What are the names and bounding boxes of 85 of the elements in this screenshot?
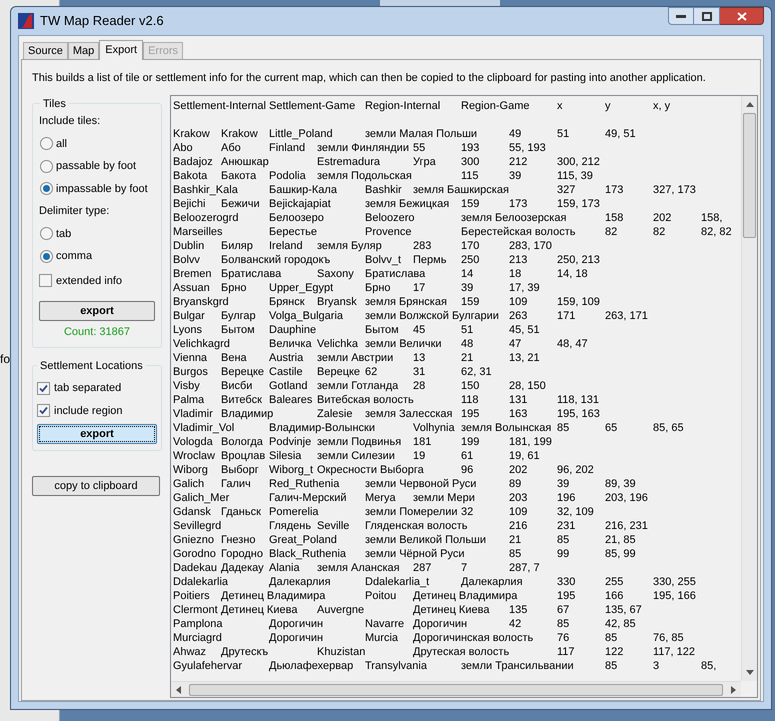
output-line: Bakota Бакота Podolia земля Подольская 115 39 115, 39 [173, 168, 593, 182]
column-header-line: Settlement-Internal Settlement-Game Region-Internal Region-Game x y x, y [173, 98, 670, 112]
output-line: Lyons Бытом Dauphine Бытом 45 51 45, 51 [173, 322, 540, 336]
group-title: Settlement Locations [39, 358, 144, 374]
output-line: Assuan Брно Upper_Egypt Брно 17 39 17, 39 [173, 280, 540, 294]
output-line: Visby Висби Gotland земли Готланда 28 150 28, 150 [173, 378, 546, 392]
radio-label[interactable]: tab [56, 226, 72, 242]
output-line: Clermont Детинец Киева Auvergne Детинец Киева 135 67 135, 67 [173, 602, 642, 616]
output-line: Pamplona Дорогичин Navarre Дорогичин 42 85 42, 85 [173, 616, 636, 630]
output-line: Murciagrd Дорогичин Murcia Дорогичинская волость 76 85 76, 85 [173, 630, 684, 644]
output-line: Wiborg Выборг Wiborg_t Окресности Выборга 96 202 96, 202 [173, 462, 594, 476]
output-line: Palma Витебск Baleares Витебская волость 118 131 118, 131 [173, 392, 600, 406]
checkbox[interactable] [37, 404, 50, 418]
horizontal-scrollbar[interactable] [171, 681, 741, 697]
minimize-button[interactable] [668, 7, 694, 25]
output-line: Ahwaz Друтескъ Khuzistan Друтеская волость 117 122 117, 122 [173, 644, 696, 658]
background-window-text: fo [0, 351, 10, 368]
scroll-up-arrow-icon[interactable] [746, 102, 754, 106]
output-line: Dadekau Дадекау Alania земля Аланская 287 7 287, 7 [173, 560, 540, 574]
output-line: Bolvv Болванский городокъ Bolvv_t Пермь 250 213 250, 213 [173, 252, 600, 266]
output-line: Krakow Krakow Little_Poland земли Малая Польши 49 51 49, 51 [173, 126, 636, 140]
checkbox-label[interactable]: extended info [56, 272, 122, 289]
output-line: Wroclaw Вроцлав Silesia земли Силезии 19 61 19, 61 [173, 448, 540, 462]
radio-label[interactable]: all [56, 136, 68, 152]
vertical-scrollbar[interactable] [741, 96, 757, 681]
output-line: Ddalekarlia Далекарлия Ddalekarlia_t Далекарлия 330 255 330, 255 [173, 574, 696, 588]
output-line: Bejichi Бежичи Bejickajapiat земля Бежицкая 159 173 159, 173 [173, 196, 600, 210]
output-line: Gniezno Гнезно Great_Poland земли Великой Польши 21 85 21, 85 [173, 532, 636, 546]
output-line: Velichkagrd Величка Velichka земли Велички 48 47 48, 47 [173, 336, 588, 350]
checkbox[interactable] [39, 274, 52, 288]
output-line: Beloozerogrd Белоозеро Beloozero земля Белоозерская 158 202 158, [173, 210, 722, 224]
scroll-down-arrow-icon[interactable] [746, 670, 754, 675]
close-icon [736, 12, 746, 20]
maximize-icon [702, 12, 712, 20]
group-label: Include tiles: [39, 114, 102, 129]
scroll-left-arrow-icon[interactable] [176, 686, 181, 694]
group-label: Delimiter type: [39, 204, 110, 219]
radio-label[interactable]: passable by foot [56, 158, 136, 174]
radio-button[interactable] [40, 250, 53, 263]
output-line: Gyulafehervar Дьюлафехервар Transylvania земли Трансильвании 85 3 85, [173, 658, 716, 672]
tab[interactable]: Map [68, 42, 100, 59]
export-button[interactable]: export [37, 424, 157, 444]
radio-button[interactable] [40, 227, 53, 240]
group-title: Tiles [42, 96, 67, 112]
output-line: Burgos Верецке Castile Верецке 62 31 62, 31 [173, 364, 492, 378]
output-line: Vologda Вологда Podvinje земли Подвинья 181 199 181, 199 [173, 434, 552, 448]
scrollbar-thumb[interactable] [743, 112, 756, 238]
output-line: Badajoz Анюшкар Estremadura Угра 300 212 300, 212 [173, 154, 600, 168]
checkbox-label[interactable]: include region [54, 402, 122, 419]
export-button[interactable]: export [39, 301, 155, 321]
output-line: Gorodno Городно Black_Ruthenia земли Чёрной Руси 85 99 85, 99 [173, 546, 636, 560]
radio-label[interactable]: comma [56, 248, 92, 264]
output-line: Poitiers Детинец Владимира Poitou Детинец Владимира 195 166 195, 166 [173, 588, 696, 602]
radio-button[interactable] [40, 137, 53, 150]
output-line: Galich Галич Red_Ruthenia земли Червоной Руси 89 39 89, 39 [173, 476, 636, 490]
output-line: Gdansk Гданьск Pomerelia земли Померелии 32 109 32, 109 [173, 504, 594, 518]
maximize-button[interactable] [694, 7, 720, 25]
scroll-right-arrow-icon[interactable] [731, 686, 736, 694]
checkbox[interactable] [37, 382, 50, 395]
output-line: Bryanskgrd Брянск Bryansk земля Брянская 159 109 159, 109 [173, 294, 600, 308]
tab[interactable]: Source [23, 42, 68, 59]
description-text: This builds a list of tile or settlement info for the current map, which can then be copied to the clipboard for pasting into another application. [31, 71, 707, 86]
output-line: Dublin Биляр Ireland земля Буляр 283 170 283, 170 [173, 238, 552, 252]
app-logo-icon [18, 13, 34, 29]
minimize-icon [676, 14, 686, 18]
radio-button[interactable] [40, 182, 53, 196]
window-title: TW Map Reader v2.6 [40, 12, 164, 30]
output-line: Marseilles Берестье Provence Берестейская волость 82 82 82, 82 [173, 224, 732, 238]
output-line: Bulgar Булгар Volga_Bulgaria земли Волжской Булгарии 263 171 263, 171 [173, 308, 648, 322]
output-line: Galich_Mer Галич-Мерский Merya земли Мери 203 196 203, 196 [173, 490, 648, 504]
output-line: Bashkir_Kala Башкир-Кала Bashkir земля Башкирская 327 173 327, 173 [173, 182, 696, 196]
radio-label[interactable]: impassable by foot [56, 180, 148, 197]
tab[interactable]: Export [99, 40, 144, 60]
output-line: Abo Або Finland земли Финляндии 55 193 55, 193 [173, 140, 546, 154]
close-button[interactable] [720, 7, 764, 25]
output-line: Vladimir_Vol Владимир-Волынски Volhynia земля Волынская 85 65 85, 65 [173, 420, 684, 434]
output-line: Sevillegrd Глядень Seville Гляденская волость 216 231 216, 231 [173, 518, 648, 532]
output-line: Vladimir Владимир Zalesie земля Залесская 195 163 195, 163 [173, 406, 600, 420]
copy-to-clipboard-button[interactable]: copy to clipboard [32, 476, 160, 496]
scrollbar-thumb[interactable] [189, 684, 723, 696]
output-line: Bremen Братислава Saxony Братислава 14 18 14, 18 [173, 266, 588, 280]
checkbox-label[interactable]: tab separated [54, 380, 122, 396]
output-line: Vienna Вена Austria земли Австрии 13 21 13, 21 [173, 350, 540, 364]
count-text: Count: 31867 [62, 325, 132, 340]
radio-button[interactable] [40, 160, 53, 173]
